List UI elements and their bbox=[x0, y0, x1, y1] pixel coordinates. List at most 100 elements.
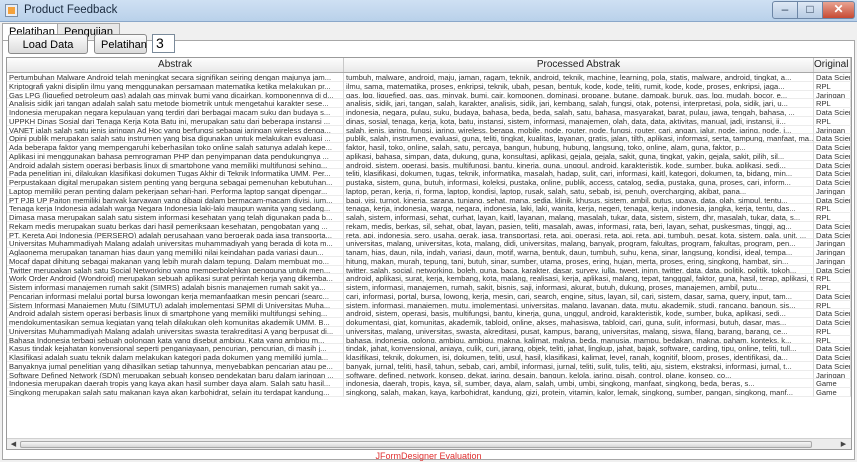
abstract-cell[interactable]: Pertumbuhan Malware Android telah mening… bbox=[7, 73, 344, 82]
processed-cell[interactable]: twitter, salah, social, networking, bole… bbox=[344, 265, 814, 275]
processed-cell[interactable]: indonesia, negara, pulau, suku, budaya, … bbox=[344, 108, 814, 117]
processed-cell[interactable]: reta, api, indonesia, sero, usaha, gerak… bbox=[344, 230, 814, 240]
table-row[interactable]: Software Defined Network (SDN) merupakan… bbox=[7, 370, 851, 380]
scroll-right-icon[interactable]: ▶ bbox=[838, 440, 849, 449]
class-cell[interactable]: Jaringan bbox=[814, 256, 851, 266]
class-cell[interactable]: Jaringan bbox=[814, 239, 851, 248]
abstract-cell[interactable]: Mocaf dapat dihitung sebagai makanan yan… bbox=[7, 256, 344, 266]
abstract-cell[interactable]: Opini publik merupakan salah satu instru… bbox=[7, 134, 344, 143]
table-row[interactable]: Ada beberapa faktor yang mempengaruhi ke… bbox=[7, 143, 851, 152]
processed-cell[interactable]: hitung, makan, murah, tepung, tani, butu… bbox=[344, 256, 814, 266]
table-row[interactable]: Bahasa Indonesia terbagi sebuah golongan… bbox=[7, 335, 851, 345]
abstract-cell[interactable]: Gas LPG (liquefied petroleum gas) adalah… bbox=[7, 90, 344, 100]
table-row[interactable]: Analisis sidik jari tangan adalah salah … bbox=[7, 99, 851, 108]
scrollbar-thumb[interactable] bbox=[20, 441, 812, 448]
class-cell[interactable]: RPL bbox=[814, 116, 851, 126]
table-row[interactable]: Indonesia merupakan daerah tropis yang k… bbox=[7, 379, 851, 388]
close-button[interactable]: ✕ bbox=[822, 1, 855, 19]
class-cell[interactable]: Data Scien... bbox=[814, 353, 851, 362]
count-field[interactable]: 3 bbox=[152, 34, 175, 53]
abstract-cell[interactable]: Perpustakaan digital merupakan sistem pe… bbox=[7, 178, 344, 187]
processed-cell[interactable]: tindak, jahat, konvensional, aniaya, cul… bbox=[344, 344, 814, 353]
table-row[interactable]: Universitas Muhammadiyah Malang adalah u… bbox=[7, 239, 851, 248]
processed-cell[interactable]: analisis, sidik, jari, tangan, salah, ka… bbox=[344, 99, 814, 108]
processed-cell[interactable]: tumbuh, malware, android, maju, jaman, r… bbox=[344, 73, 814, 82]
table-row[interactable]: Aplikasi ini menggunakan bahasa pemrogra… bbox=[7, 151, 851, 161]
class-cell[interactable]: Jaringan bbox=[814, 90, 851, 100]
abstract-cell[interactable]: Klasifikasi adalah suatu teknik dalam me… bbox=[7, 353, 344, 362]
table-row[interactable]: Gas LPG (liquefied petroleum gas) adalah… bbox=[7, 90, 851, 100]
minimize-button[interactable]: – bbox=[772, 1, 798, 19]
abstract-cell[interactable]: Indonesia merupakan daerah tropis yang k… bbox=[7, 379, 344, 388]
class-cell[interactable]: Data Scien... bbox=[814, 169, 851, 178]
table-row[interactable]: Kasus tindak kejahatan konvensional sepe… bbox=[7, 344, 851, 353]
table-row[interactable]: Kriptografi yakni disiplin ilmu yang men… bbox=[7, 81, 851, 91]
abstract-cell[interactable]: PT PJB UP Paiton memiliki banyak karyawa… bbox=[7, 195, 344, 205]
processed-cell[interactable]: indonesia, daerah, tropis, kaya, sil, su… bbox=[344, 379, 814, 388]
table-row[interactable]: Dimasa masa merupakan salah satu sistem … bbox=[7, 213, 851, 222]
class-cell[interactable]: Data Scien... bbox=[814, 344, 851, 353]
class-cell[interactable]: Game bbox=[814, 379, 851, 388]
class-cell[interactable]: RPL bbox=[814, 81, 851, 91]
table-row[interactable]: Pencarian informasi melalui portal bursa… bbox=[7, 291, 851, 301]
processed-cell[interactable]: android, sistem, operasi, basis, multifu… bbox=[344, 160, 814, 170]
processed-cell[interactable]: gas, lpg, liquefied, gas, gas, minyak, b… bbox=[344, 90, 814, 100]
abstract-cell[interactable]: Pencarian informasi melalui portal bursa… bbox=[7, 291, 344, 301]
processed-cell[interactable]: banyak, jurnal, teliti, hasil, tahun, se… bbox=[344, 361, 814, 371]
table-row[interactable]: Pada penelitian ini, dilakukan klasifika… bbox=[7, 169, 851, 178]
class-cell[interactable]: RPL bbox=[814, 99, 851, 108]
class-cell[interactable]: Data Scien... bbox=[814, 318, 851, 327]
class-cell[interactable]: RPL bbox=[814, 335, 851, 345]
table-row[interactable]: Rekam medis merupakan suatu berkas dari … bbox=[7, 221, 851, 231]
column-header-processed[interactable]: Processed Abstrak bbox=[344, 58, 814, 72]
table-row[interactable]: Universitas Muhammadiyah Malang adalah u… bbox=[7, 326, 851, 336]
scroll-left-icon[interactable]: ◀ bbox=[8, 440, 19, 449]
abstract-cell[interactable]: Android adalah sistem operasi berbasis l… bbox=[7, 309, 344, 318]
processed-cell[interactable]: rekam, medis, berkas, sil, sehat, obat, … bbox=[344, 221, 814, 231]
abstract-cell[interactable]: Banyaknya jumal penelitian yang dihasilk… bbox=[7, 361, 344, 371]
abstract-cell[interactable]: Singkong merupakan salah satu makanan ka… bbox=[7, 388, 344, 397]
class-cell[interactable]: Game bbox=[814, 388, 851, 397]
class-cell[interactable]: Data Scien... bbox=[814, 151, 851, 161]
class-cell[interactable]: Data Scien... bbox=[814, 178, 851, 187]
processed-cell[interactable]: tenaga, kerja, indonesia, warga, negara,… bbox=[344, 204, 814, 213]
abstract-cell[interactable]: Aplikasi ini menggunakan bahasa pemrogra… bbox=[7, 151, 344, 161]
class-cell[interactable]: RPL bbox=[814, 204, 851, 213]
class-cell[interactable]: Data Scien... bbox=[814, 291, 851, 301]
abstract-cell[interactable]: Dimasa masa merupakan salah satu sistem … bbox=[7, 213, 344, 222]
table-row[interactable]: Indonesia merupakan negara kepulauan yan… bbox=[7, 108, 851, 117]
abstract-cell[interactable]: Indonesia merupakan negara kepulauan yan… bbox=[7, 108, 344, 117]
load-data-button[interactable]: Load Data Latih bbox=[8, 34, 88, 69]
abstract-cell[interactable]: Sistem informasi manajemen rumah sakit (… bbox=[7, 283, 344, 292]
processed-cell[interactable]: salah, jenis, jaring, fungsi, jaring, wi… bbox=[344, 125, 814, 135]
processed-cell[interactable]: laptop, peran, kerja, ri, forma, laptop,… bbox=[344, 186, 814, 196]
table-row[interactable]: PT PJB UP Paiton memiliki banyak karyawa… bbox=[7, 195, 851, 205]
table-row[interactable]: Banyaknya jumal penelitian yang dihasilk… bbox=[7, 361, 851, 371]
processed-cell[interactable]: bahasa, indonesia, golong, ambigu, ambig… bbox=[344, 335, 814, 345]
processed-cell[interactable]: dinas, sosial, tenaga, kerja, kota, batu… bbox=[344, 116, 814, 126]
table-row[interactable]: Tenaga kerja Indonesia adalah warga Nega… bbox=[7, 204, 851, 213]
processed-cell[interactable]: universitas, malang, universitas, swasta… bbox=[344, 326, 814, 336]
abstract-cell[interactable]: UPPKH Dinas Sosial dari Tenaga Kerja Kot… bbox=[7, 116, 344, 126]
class-cell[interactable]: Data Scien... bbox=[814, 361, 851, 371]
table-row[interactable]: Sistem informasi manajemen rumah sakit (… bbox=[7, 283, 851, 292]
table-row[interactable]: Mocaf dapat dihitung sebagai makanan yan… bbox=[7, 256, 851, 266]
abstract-cell[interactable]: Analisis sidik jari tangan adalah salah … bbox=[7, 99, 344, 108]
horizontal-scrollbar[interactable]: ◀ ▶ bbox=[7, 438, 851, 449]
abstract-cell[interactable]: Pada penelitian ini, dilakukan klasifika… bbox=[7, 169, 344, 178]
processed-cell[interactable]: faktor, hasil, toko, online, salah, satu… bbox=[344, 143, 814, 152]
abstract-cell[interactable]: Universitas Muhammadiyah Malang adalah u… bbox=[7, 326, 344, 336]
processed-cell[interactable]: cari, informasi, portal, bursa, lowong, … bbox=[344, 291, 814, 301]
table-row[interactable]: Klasifikasi adalah suatu teknik dalam me… bbox=[7, 353, 851, 362]
abstract-cell[interactable]: Ada beberapa faktor yang mempengaruhi ke… bbox=[7, 143, 344, 152]
abstract-cell[interactable]: PT. Kereta Api Indonesia (PERSERO) adala… bbox=[7, 230, 344, 240]
train-button[interactable]: Pelatihan bbox=[94, 34, 147, 54]
class-cell[interactable]: Jaringan bbox=[814, 248, 851, 257]
table-row[interactable]: Laptop memiliki peran penting dalam peke… bbox=[7, 186, 851, 196]
processed-cell[interactable]: teliti, klasifikasi, dokumen, tugas, tek… bbox=[344, 169, 814, 178]
abstract-cell[interactable]: Sistem Informasi Manajemen Mutu (SIMUTU)… bbox=[7, 300, 344, 310]
class-cell[interactable]: RPL bbox=[814, 326, 851, 336]
class-cell[interactable]: Data Scien... bbox=[814, 309, 851, 318]
processed-cell[interactable]: software, defined, network, konsep, deka… bbox=[344, 370, 814, 380]
table-row[interactable]: Singkong merupakan salah satu makanan ka… bbox=[7, 388, 851, 397]
